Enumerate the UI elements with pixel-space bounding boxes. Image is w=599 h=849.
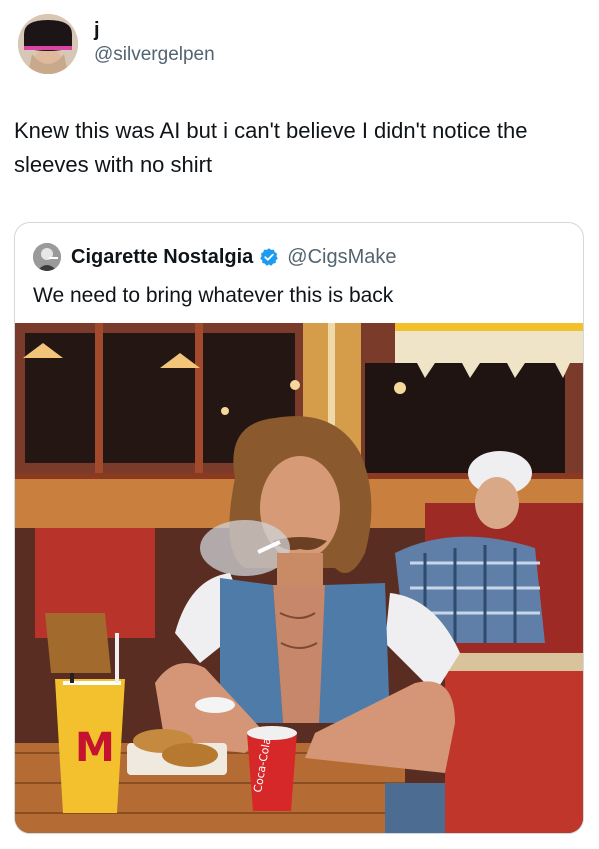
author-display-name[interactable]: j	[94, 19, 215, 41]
author-handle[interactable]: @silvergelpen	[94, 44, 215, 66]
tweet-text: Knew this was AI but i can't believe I d…	[14, 118, 528, 177]
quoted-tweet-text: We need to bring whatever this is back	[33, 284, 394, 307]
user-avatar-icon[interactable]	[18, 14, 78, 74]
quoted-author-display-name[interactable]: Cigarette Nostalgia	[71, 246, 253, 269]
quoted-author-handle[interactable]: @CigsMake	[287, 246, 396, 269]
tweet-header: j @silvergelpen	[18, 14, 215, 74]
fries-logo: M	[75, 725, 115, 771]
verified-badge-icon	[259, 247, 279, 267]
author-names: j @silvergelpen	[94, 19, 215, 66]
quoted-user-avatar-icon[interactable]	[33, 243, 61, 271]
quoted-tweet-header: Cigarette Nostalgia @CigsMake	[33, 243, 396, 271]
quoted-tweet-card[interactable]: Cigarette Nostalgia @CigsMake We need to…	[14, 222, 584, 834]
quoted-tweet-photo[interactable]: M Coca-Cola	[15, 323, 583, 833]
